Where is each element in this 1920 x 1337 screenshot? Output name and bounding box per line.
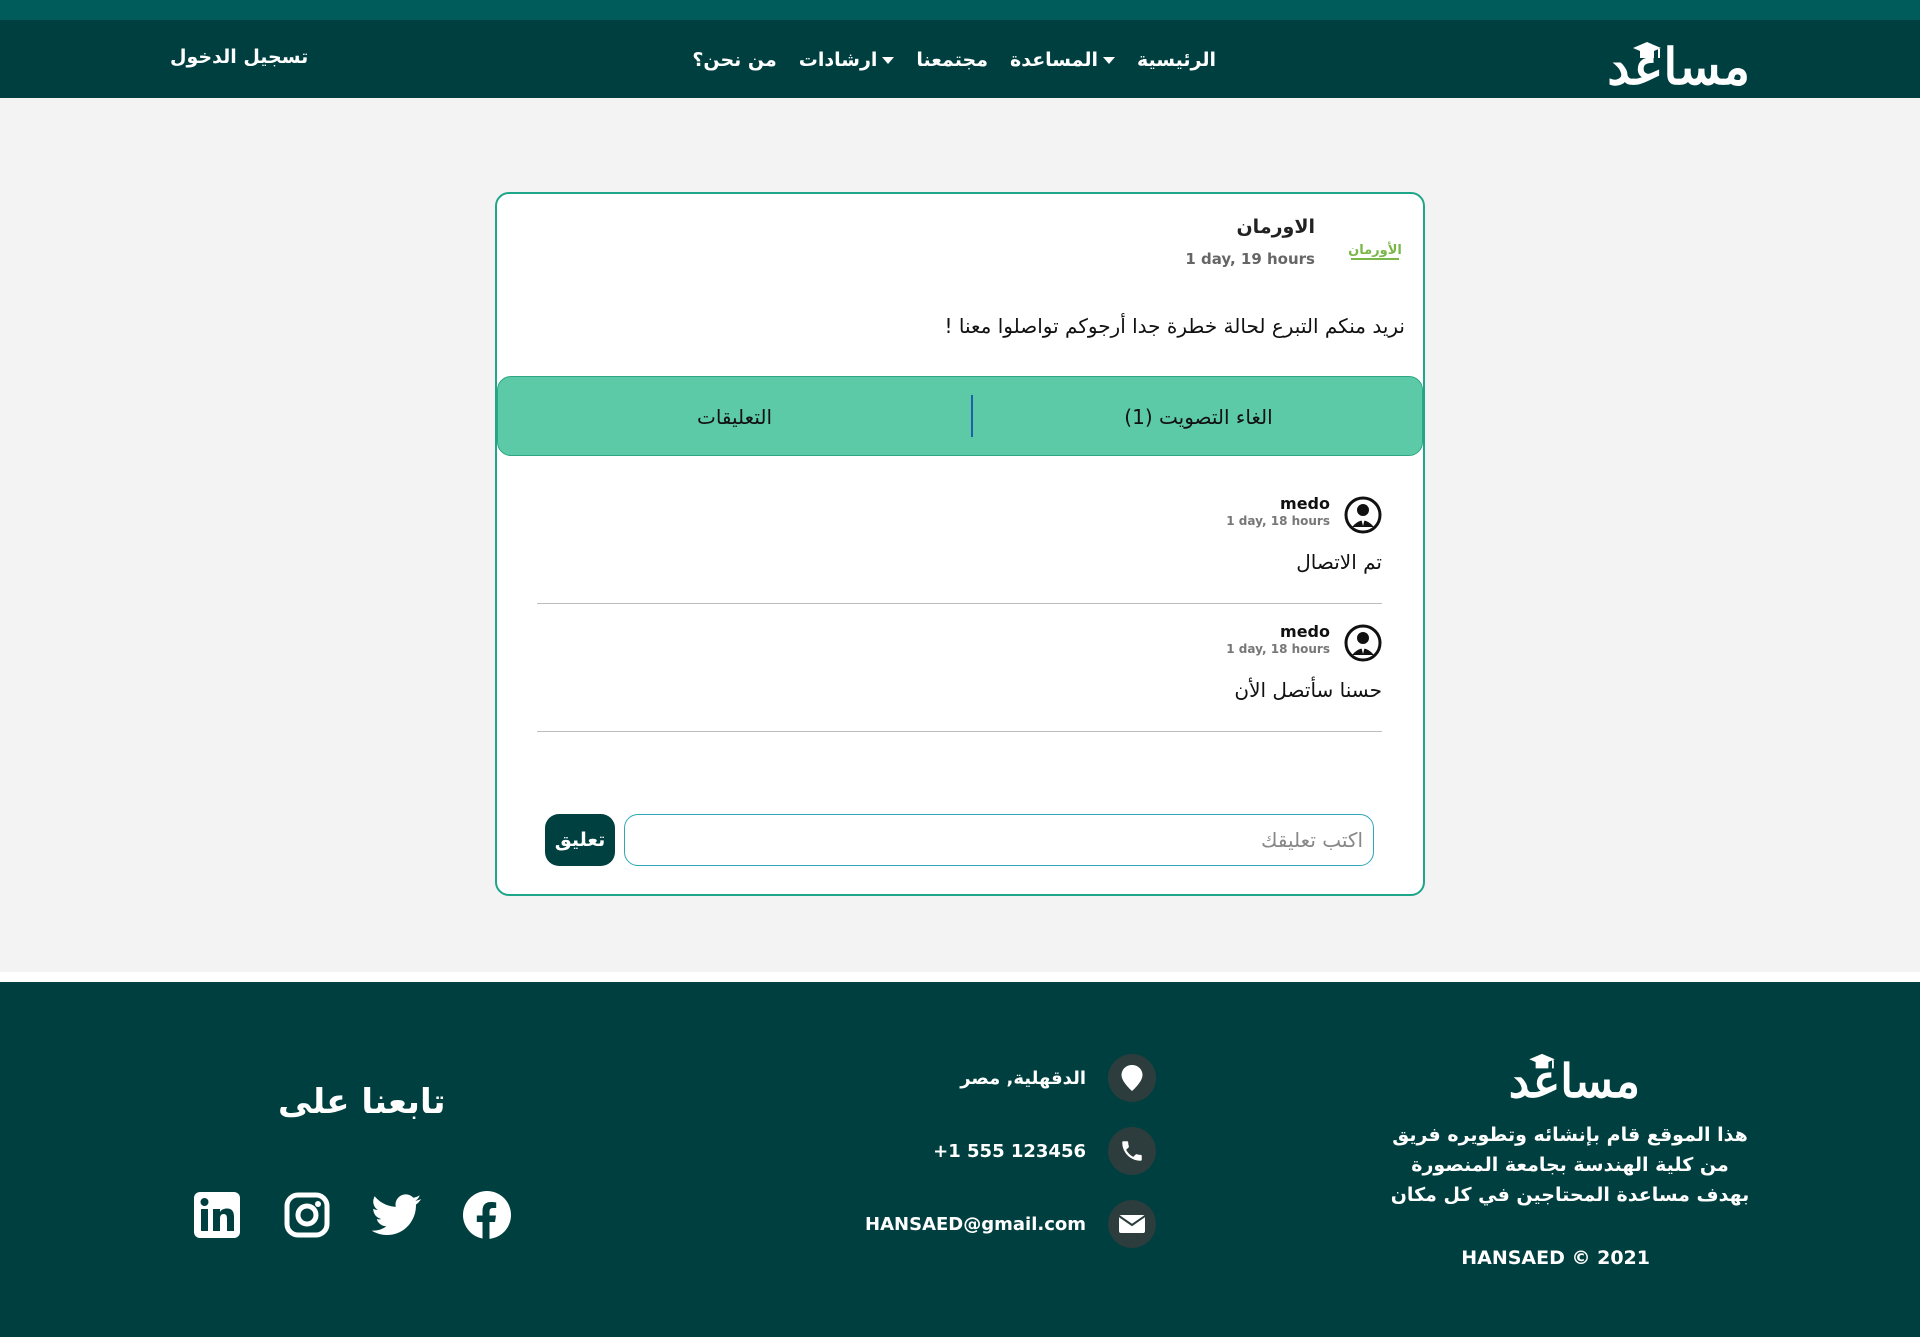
chevron-down-icon bbox=[882, 56, 895, 64]
post-header: الأورمان الاورمان 1 day, 19 hours bbox=[905, 212, 1405, 282]
phone-icon bbox=[1108, 1127, 1156, 1175]
org-logo-image: الأورمان bbox=[1348, 241, 1402, 260]
comment-timestamp: 1 day, 18 hours bbox=[1226, 642, 1330, 656]
chevron-down-icon bbox=[1103, 56, 1116, 64]
footer: مساعد هذا الموقع قام بإنشائه وتطويره فري… bbox=[0, 982, 1920, 1337]
user-avatar-icon[interactable] bbox=[1344, 496, 1382, 534]
comment-username[interactable]: medo bbox=[1280, 622, 1330, 641]
submit-comment-button[interactable]: تعليق bbox=[545, 814, 615, 866]
comment-username[interactable]: medo bbox=[1280, 494, 1330, 513]
comment-text: تم الاتصال bbox=[1296, 550, 1382, 574]
footer-logo: مساعد bbox=[1470, 1042, 1640, 1104]
comment-item: medo 1 day, 18 hours تم الاتصال bbox=[537, 476, 1382, 604]
post-action-bar: التعليقات الغاء التصويت (1) bbox=[497, 376, 1423, 456]
contact-phone: +1 555 123456 bbox=[933, 1127, 1156, 1175]
logo-text: مساعد bbox=[1607, 37, 1751, 96]
twitter-icon[interactable] bbox=[372, 1190, 422, 1240]
instagram-icon[interactable] bbox=[282, 1190, 332, 1240]
nav-about[interactable]: من نحن؟ bbox=[692, 49, 776, 71]
nav-community[interactable]: مجتمعنا bbox=[916, 49, 988, 71]
navbar: مساعد الرئيسية المساعدة مجتمعنا ارشادات … bbox=[0, 20, 1920, 98]
comment-input[interactable] bbox=[624, 814, 1374, 866]
comment-timestamp: 1 day, 18 hours bbox=[1226, 514, 1330, 528]
footer-copyright: HANSAED © 2021 bbox=[1461, 1247, 1650, 1269]
comments-button[interactable]: التعليقات bbox=[498, 377, 971, 457]
user-avatar-icon[interactable] bbox=[1344, 624, 1382, 662]
comment-item: medo 1 day, 18 hours حسنا سأتصل الأن bbox=[537, 604, 1382, 732]
contact-location: الدقهلية, مصر bbox=[960, 1054, 1156, 1102]
unvote-button[interactable]: الغاء التصويت (1) bbox=[973, 377, 1424, 457]
comment-text: حسنا سأتصل الأن bbox=[1234, 678, 1382, 702]
graduation-cap-icon bbox=[1529, 1053, 1555, 1069]
site-logo[interactable]: مساعد bbox=[1580, 28, 1751, 96]
top-strip bbox=[0, 0, 1920, 20]
follow-us-title: تابعنا على bbox=[278, 1082, 446, 1122]
main-nav: الرئيسية المساعدة مجتمعنا ارشادات من نحن… bbox=[692, 40, 1216, 80]
login-link[interactable]: تسجيل الدخول bbox=[170, 46, 308, 68]
org-logo[interactable]: الأورمان bbox=[1345, 234, 1405, 268]
contact-email: HANSAED@gmail.com bbox=[865, 1200, 1156, 1248]
svg-text:الأورمان: الأورمان bbox=[1348, 241, 1402, 258]
email-text[interactable]: HANSAED@gmail.com bbox=[865, 1214, 1086, 1235]
envelope-icon bbox=[1108, 1200, 1156, 1248]
post-body: نريد منكم التبرع لحالة خطرة جدا أرجوكم ت… bbox=[944, 314, 1406, 338]
post-card: الأورمان الاورمان 1 day, 19 hours نريد م… bbox=[495, 192, 1425, 896]
phone-text[interactable]: +1 555 123456 bbox=[933, 1141, 1086, 1162]
graduation-cap-icon bbox=[1633, 42, 1661, 58]
location-text: الدقهلية, مصر bbox=[960, 1067, 1086, 1089]
post-timestamp: 1 day, 19 hours bbox=[1185, 250, 1315, 268]
linkedin-icon[interactable] bbox=[192, 1190, 242, 1240]
nav-guidelines[interactable]: ارشادات bbox=[799, 49, 895, 71]
org-name[interactable]: الاورمان bbox=[1236, 216, 1315, 238]
footer-about: هذا الموقع قام بإنشائه وتطويره فريق من ك… bbox=[1390, 1124, 1750, 1206]
map-pin-icon bbox=[1108, 1054, 1156, 1102]
footer-separator bbox=[0, 972, 1920, 982]
social-links bbox=[192, 1190, 512, 1240]
nav-help[interactable]: المساعدة bbox=[1010, 49, 1116, 71]
nav-home[interactable]: الرئيسية bbox=[1137, 49, 1216, 71]
facebook-icon[interactable] bbox=[462, 1190, 512, 1240]
